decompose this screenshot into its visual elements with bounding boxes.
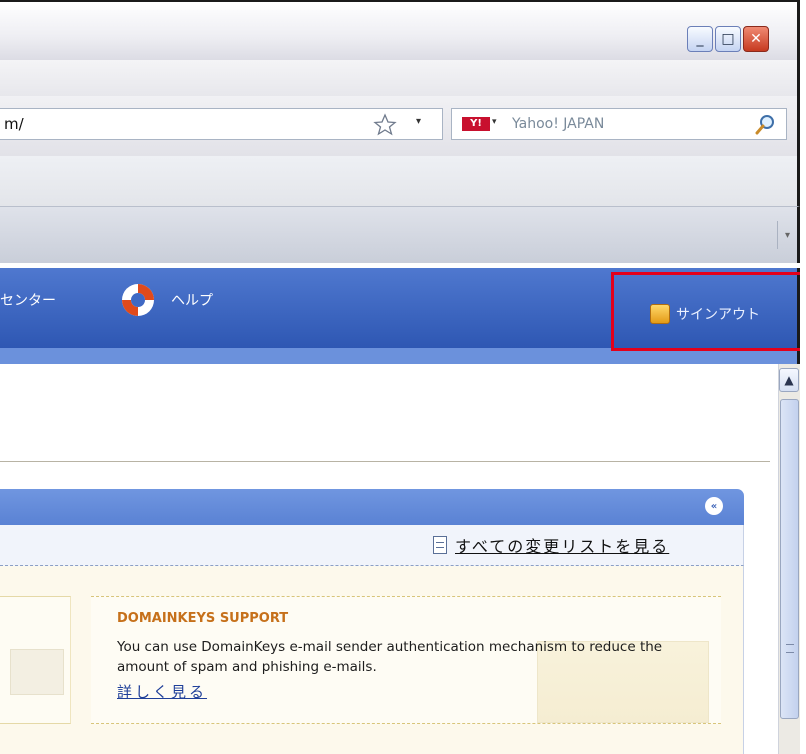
divider	[0, 461, 770, 462]
address-bar[interactable]: m/ ▾	[0, 108, 443, 140]
history-dropdown[interactable]: ▾	[416, 116, 421, 127]
navigation-toolbar: m/ ▾ Y! ▾ Yahoo! JAPAN	[0, 96, 800, 156]
scroll-up-button[interactable]: ▲	[779, 368, 799, 392]
panel-body: DOMAINKEYS SUPPORT You can use DomainKey…	[0, 566, 744, 754]
star-icon[interactable]	[372, 112, 398, 138]
nav-item-help[interactable]: ヘルプ	[171, 290, 213, 310]
envelope-icon	[10, 649, 64, 695]
bookmarks-bar	[0, 156, 800, 206]
scroll-thumb[interactable]	[780, 399, 799, 719]
panel-header: «	[0, 489, 744, 525]
search-engine-dropdown[interactable]: ▾	[492, 117, 497, 127]
maximize-button[interactable]: □	[715, 26, 741, 52]
window-edge	[800, 0, 806, 754]
feature-card: DOMAINKEYS SUPPORT You can use DomainKey…	[91, 596, 721, 724]
menu-bar	[0, 60, 800, 96]
collapse-icon[interactable]: «	[705, 497, 723, 515]
signout-highlight-box	[611, 272, 804, 351]
search-box[interactable]: Y! ▾ Yahoo! JAPAN	[451, 108, 787, 140]
yahoo-logo-icon[interactable]: Y!	[462, 117, 490, 131]
browser-window: _ □ ✕ m/ ▾ Y! ▾ Yahoo! JAPAN ▾ センター ヘルプ …	[0, 0, 806, 754]
magnifier-icon[interactable]	[752, 112, 778, 138]
card-description: You can use DomainKeys e-mail sender aut…	[117, 639, 663, 675]
nav-item-center[interactable]: センター	[0, 290, 56, 310]
previous-card	[0, 596, 71, 724]
learn-more-link[interactable]: 詳しく見る	[117, 681, 207, 702]
grip-icon	[786, 644, 794, 653]
tab-list-dropdown[interactable]: ▾	[777, 221, 797, 249]
tab-strip: ▾	[0, 206, 800, 263]
main-content: « すべての変更リストを見る DOMAINKEYS SUPPORT You ca…	[0, 364, 778, 754]
document-icon[interactable]	[433, 536, 447, 554]
search-placeholder[interactable]: Yahoo! JAPAN	[512, 116, 604, 132]
minimize-button[interactable]: _	[687, 26, 713, 52]
card-title: DOMAINKEYS SUPPORT	[117, 611, 289, 626]
address-text[interactable]: m/	[4, 115, 24, 133]
close-button[interactable]: ✕	[743, 26, 769, 52]
vertical-scrollbar[interactable]: ▲	[778, 364, 800, 754]
title-bar: _ □ ✕	[0, 0, 800, 60]
view-all-changes-link[interactable]: すべての変更リストを見る	[433, 533, 669, 557]
panel-toolbar: すべての変更リストを見る	[0, 525, 744, 566]
view-all-changes-label[interactable]: すべての変更リストを見る	[455, 533, 669, 557]
lifering-icon[interactable]	[118, 280, 158, 320]
